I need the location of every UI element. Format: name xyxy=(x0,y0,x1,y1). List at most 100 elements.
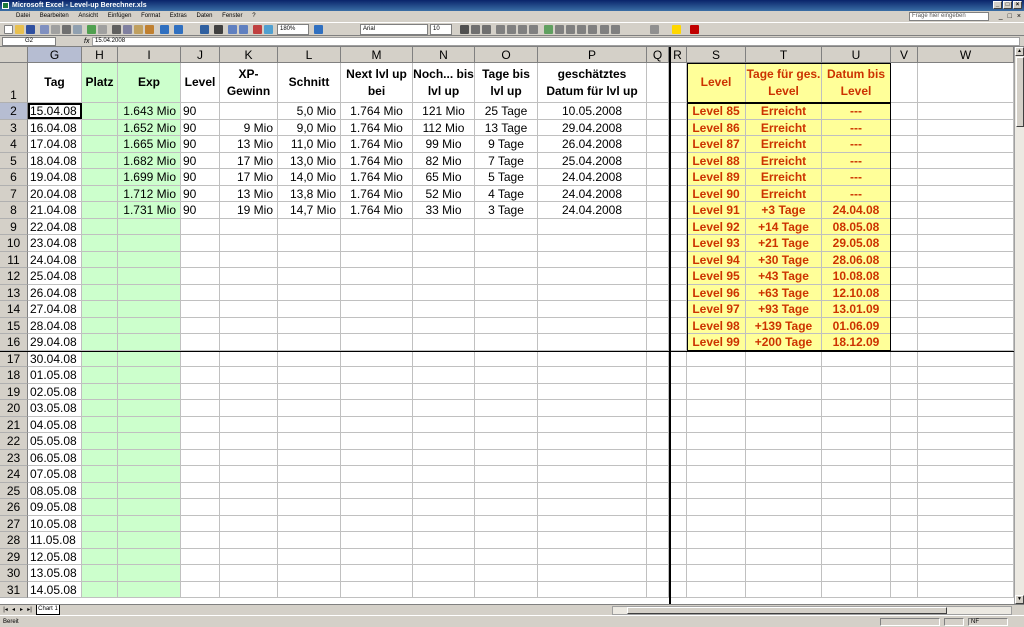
paste-icon[interactable] xyxy=(134,25,143,34)
cell-l[interactable] xyxy=(278,317,341,333)
cell-m[interactable] xyxy=(341,400,413,416)
cell-w[interactable] xyxy=(918,581,1014,597)
cell-t[interactable] xyxy=(746,350,822,366)
cell-r[interactable] xyxy=(669,400,687,416)
cell-m[interactable] xyxy=(341,466,413,482)
cell-k[interactable] xyxy=(220,251,278,267)
cell-p[interactable] xyxy=(538,383,647,399)
cell-j[interactable] xyxy=(181,433,220,449)
column-header-k[interactable]: K xyxy=(220,47,278,63)
cell-r[interactable] xyxy=(669,235,687,251)
cell-u[interactable] xyxy=(822,548,891,564)
print-preview-icon[interactable] xyxy=(73,25,82,34)
cell-k[interactable] xyxy=(220,334,278,350)
row-header[interactable]: 12 xyxy=(0,268,28,285)
cell-j[interactable] xyxy=(181,301,220,317)
cell-o[interactable] xyxy=(475,251,538,267)
cell-j[interactable]: 90 xyxy=(181,152,220,168)
cell-m[interactable] xyxy=(341,499,413,515)
cell-i[interactable]: 1.712 Mio xyxy=(118,185,181,201)
autosum-icon[interactable] xyxy=(214,25,223,34)
cell-q[interactable] xyxy=(647,565,669,581)
cell-h[interactable] xyxy=(82,119,118,135)
cell-u[interactable] xyxy=(822,367,891,383)
cell-r[interactable] xyxy=(669,515,687,531)
cell-s[interactable] xyxy=(687,466,746,482)
row-header[interactable]: 19 xyxy=(0,383,28,400)
permission-icon[interactable] xyxy=(40,25,49,34)
cell-g[interactable]: 06.05.08 xyxy=(28,449,82,465)
cell-t[interactable] xyxy=(746,433,822,449)
cell-i[interactable] xyxy=(118,235,181,251)
cell-t[interactable] xyxy=(746,515,822,531)
cell-s[interactable] xyxy=(687,367,746,383)
column-header-v[interactable]: V xyxy=(891,47,918,63)
align-center-icon[interactable] xyxy=(507,25,516,34)
cell-j[interactable]: 90 xyxy=(181,136,220,152)
cell-r[interactable] xyxy=(669,548,687,564)
cut-icon[interactable] xyxy=(112,25,121,34)
cell-p[interactable] xyxy=(538,565,647,581)
header-cell-n[interactable]: Noch... bis lvl up xyxy=(413,63,475,102)
cell-l[interactable] xyxy=(278,581,341,597)
row-header[interactable]: 29 xyxy=(0,548,28,565)
cell-j[interactable] xyxy=(181,532,220,548)
next-sheet-icon[interactable]: ▸ xyxy=(18,606,25,614)
cell-r[interactable] xyxy=(669,317,687,333)
cell-u[interactable] xyxy=(822,433,891,449)
cell-q[interactable] xyxy=(647,268,669,284)
cell-r[interactable] xyxy=(669,169,687,185)
cell-n[interactable] xyxy=(413,235,475,251)
cell-n[interactable]: 33 Mio xyxy=(413,202,475,218)
header-cell-o[interactable]: Tage bis lvl up xyxy=(475,63,538,102)
cell-s[interactable] xyxy=(687,416,746,432)
cell-v[interactable] xyxy=(891,515,918,531)
cell-w[interactable] xyxy=(918,317,1014,333)
cell-w[interactable] xyxy=(918,152,1014,168)
cell-j[interactable] xyxy=(181,499,220,515)
name-box[interactable]: G2 xyxy=(2,37,56,46)
cell-p[interactable]: 29.04.2008 xyxy=(538,119,647,135)
cell-u[interactable] xyxy=(822,565,891,581)
cell-w[interactable] xyxy=(918,251,1014,267)
row-header[interactable]: 6 xyxy=(0,169,28,186)
cell-g[interactable]: 20.04.08 xyxy=(28,185,82,201)
cell-g[interactable]: 30.04.08 xyxy=(28,350,82,366)
save-icon[interactable] xyxy=(26,25,35,34)
cell-p[interactable] xyxy=(538,482,647,498)
cell-s[interactable] xyxy=(687,433,746,449)
cell-n[interactable] xyxy=(413,565,475,581)
cell-k[interactable] xyxy=(220,367,278,383)
cell-h[interactable] xyxy=(82,152,118,168)
cell-t[interactable] xyxy=(746,565,822,581)
cell-g[interactable]: 13.05.08 xyxy=(28,565,82,581)
help-search-input[interactable]: Frage hier eingeben xyxy=(909,12,989,21)
cell-r[interactable] xyxy=(669,416,687,432)
cell-l[interactable] xyxy=(278,515,341,531)
cell-p[interactable]: 24.04.2008 xyxy=(538,202,647,218)
increase-decimal-icon[interactable] xyxy=(577,25,586,34)
cell-i[interactable] xyxy=(118,466,181,482)
cell-q[interactable] xyxy=(647,433,669,449)
cell-m[interactable] xyxy=(341,235,413,251)
cell-r[interactable] xyxy=(669,301,687,317)
decrease-decimal-icon[interactable] xyxy=(588,25,597,34)
currency-icon[interactable] xyxy=(544,25,553,34)
formula-input[interactable]: 15.04.2008 xyxy=(92,37,1020,46)
cell-l[interactable] xyxy=(278,499,341,515)
cell-g[interactable]: 11.05.08 xyxy=(28,532,82,548)
row-header[interactable]: 28 xyxy=(0,532,28,549)
scroll-up-icon[interactable]: ▲ xyxy=(1015,47,1024,56)
underline-icon[interactable] xyxy=(482,25,491,34)
cell-h[interactable] xyxy=(82,565,118,581)
column-header-j[interactable]: J xyxy=(181,47,220,63)
cell-m[interactable] xyxy=(341,350,413,366)
cell-i[interactable] xyxy=(118,400,181,416)
cell-j[interactable] xyxy=(181,449,220,465)
header-cell-k[interactable]: XP-Gewinn xyxy=(220,63,278,102)
cell-s[interactable] xyxy=(687,548,746,564)
cell-w[interactable] xyxy=(918,367,1014,383)
cell-k[interactable] xyxy=(220,515,278,531)
cell-o[interactable]: 13 Tage xyxy=(475,119,538,135)
cell-l[interactable] xyxy=(278,367,341,383)
